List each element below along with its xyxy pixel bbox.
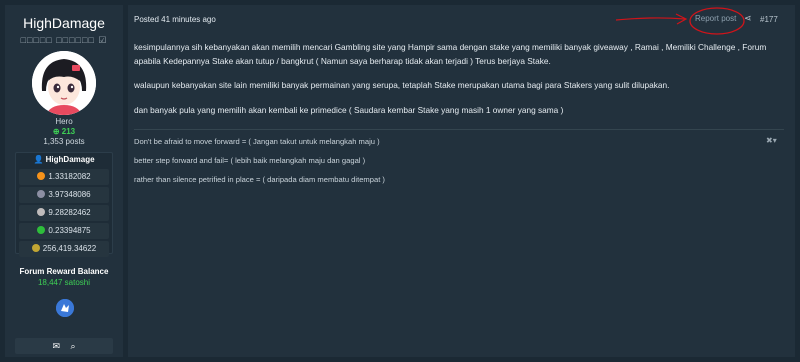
wallet-row-btc: 1.33182082 bbox=[19, 169, 109, 185]
wallet-value: 1.33182082 bbox=[48, 172, 91, 181]
forum-post-screenshot: HighDamage □□□□□ □□□□□□ ☑ Hero ⊕ 213 1,3… bbox=[0, 0, 800, 362]
wallet-value: 256,419.34622 bbox=[42, 244, 97, 253]
signature-toggle[interactable]: ✖▾ bbox=[766, 136, 777, 145]
signature-divider bbox=[134, 129, 784, 130]
author-username[interactable]: HighDamage bbox=[5, 15, 123, 31]
post-paragraph: walaupun kebanyakan site lain memiliki b… bbox=[134, 80, 670, 90]
signature-line: Don't be afraid to move forward = ( Jang… bbox=[134, 137, 380, 146]
chevron-down-icon[interactable]: ▾ bbox=[773, 136, 777, 145]
dogecoin-icon bbox=[31, 244, 40, 252]
wallet-panel: 👤 HighDamage 1.33182082 3.97348086 9.282… bbox=[15, 152, 113, 257]
post-count: 1,353 posts bbox=[43, 137, 85, 146]
share-icon[interactable]: ⋖ bbox=[744, 13, 752, 24]
wallet-row-bch: 0.23394875 bbox=[19, 223, 109, 239]
member-rank: Hero bbox=[55, 117, 73, 126]
reward-balance-value: 18,447 satoshi bbox=[37, 278, 91, 287]
post-date[interactable]: Posted 41 minutes ago bbox=[134, 15, 216, 24]
author-title: □□□□□ □□□□□□ ☑ bbox=[20, 35, 108, 45]
post-content: kesimpulannya sih kebanyakan akan memili… bbox=[134, 41, 784, 128]
envelope-icon[interactable]: ✉ bbox=[52, 341, 60, 351]
wallet-owner: HighDamage bbox=[45, 155, 95, 164]
signature-line: better step forward and fail= ( lebih ba… bbox=[134, 156, 366, 165]
search-icon[interactable]: ⌕ bbox=[71, 341, 76, 351]
post-paragraph: kesimpulannya sih kebanyakan akan memili… bbox=[134, 42, 767, 66]
report-post-link[interactable]: Report post bbox=[695, 14, 736, 23]
avatar[interactable] bbox=[32, 51, 96, 115]
ethereum-icon bbox=[37, 190, 46, 198]
litecoin-icon bbox=[37, 208, 46, 216]
post-number-link[interactable]: #177 bbox=[760, 15, 778, 24]
wallet-value: 9.28282462 bbox=[48, 208, 91, 217]
reward-balance-label: Forum Reward Balance bbox=[19, 267, 109, 276]
wallet-value: 3.97348086 bbox=[48, 190, 91, 199]
post-paragraph: dan banyak pula yang memilih akan kembal… bbox=[134, 104, 564, 115]
reputation-value: 213 bbox=[61, 127, 76, 136]
user-tools: ✉ ⌕ bbox=[15, 338, 113, 354]
badge-icon[interactable] bbox=[56, 299, 74, 317]
plus-circle-icon: ⊕ bbox=[52, 127, 60, 136]
wallet-row-ltc: 9.28282462 bbox=[19, 205, 109, 221]
close-icon[interactable]: ✖ bbox=[766, 136, 773, 145]
signature: Don't be afraid to move forward = ( Jang… bbox=[134, 137, 734, 194]
signature-line: rather than silence petrified in place =… bbox=[134, 175, 385, 184]
wallet-row-eth: 3.97348086 bbox=[19, 187, 109, 203]
author-sidebar: HighDamage □□□□□ □□□□□□ ☑ Hero ⊕ 213 1,3… bbox=[5, 5, 123, 357]
reputation-count: ⊕ 213 bbox=[5, 127, 123, 136]
user-icon: 👤 bbox=[33, 155, 44, 164]
wallet-row-doge: 256,419.34622 bbox=[19, 241, 109, 257]
avatar-image bbox=[32, 51, 96, 115]
post-panel: Posted 41 minutes ago Report post ⋖ #177… bbox=[128, 5, 795, 357]
bitcoin-cash-icon bbox=[37, 226, 46, 234]
wallet-value: 0.23394875 bbox=[48, 226, 91, 235]
badge-icon-graphic bbox=[56, 299, 74, 317]
wallet-header: 👤 HighDamage bbox=[16, 153, 112, 167]
bitcoin-icon bbox=[37, 172, 46, 180]
